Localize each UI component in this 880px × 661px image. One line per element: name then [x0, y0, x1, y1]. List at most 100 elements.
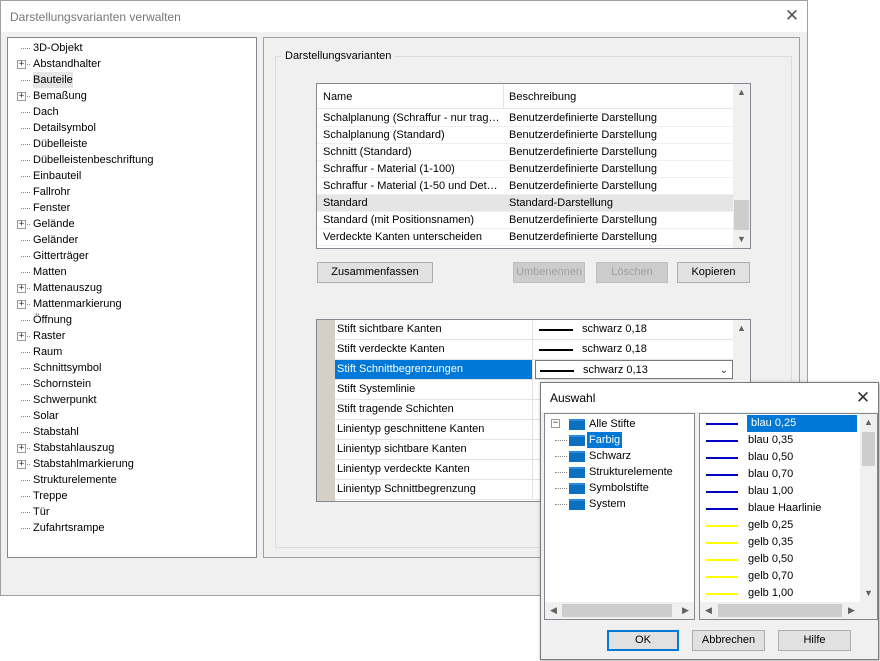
variant-row[interactable]: Schraffur - Material (1-50 und Detail) Be…: [317, 178, 733, 195]
pen-category-item[interactable]: Schwarz: [555, 448, 693, 464]
collapse-icon[interactable]: −: [551, 419, 560, 428]
variant-row[interactable]: Schalplanung (Schraffur - nur tragende S…: [317, 110, 733, 127]
scroll-up-icon[interactable]: ▲: [733, 84, 750, 101]
property-scrollbar[interactable]: ▲: [733, 320, 750, 380]
tree-item[interactable]: Tür: [8, 504, 248, 520]
tree-item[interactable]: Schornstein: [8, 376, 248, 392]
tree-item[interactable]: + Stabstahlmarkierung: [8, 456, 248, 472]
tree-item[interactable]: Schwerpunkt: [8, 392, 248, 408]
pen-category-item[interactable]: Farbig: [555, 432, 693, 448]
pen-item[interactable]: blau 0,25: [700, 415, 860, 432]
tree-item[interactable]: Stabstahl: [8, 424, 248, 440]
tree-item[interactable]: + Abstandhalter: [8, 56, 248, 72]
variant-row[interactable]: Standard (mit Positionsnamen) Benutzerdef…: [317, 212, 733, 229]
tree-item[interactable]: Treppe: [8, 488, 248, 504]
pen-item[interactable]: blau 0,50: [700, 449, 860, 466]
close-icon[interactable]: ✕: [783, 7, 801, 25]
property-row[interactable]: Stift Schnittbegrenzungen schwarz 0,13 ⌄: [335, 360, 733, 380]
tree-item[interactable]: Öffnung: [8, 312, 248, 328]
chevron-down-icon[interactable]: ⌄: [720, 361, 728, 380]
tree-item[interactable]: Dach: [8, 104, 248, 120]
expand-icon[interactable]: +: [17, 284, 26, 293]
expand-icon[interactable]: +: [17, 444, 26, 453]
pen-combo[interactable]: schwarz 0,13 ⌄: [535, 360, 733, 379]
tree-item[interactable]: Geländer: [8, 232, 248, 248]
tree-item[interactable]: Matten: [8, 264, 248, 280]
expand-icon[interactable]: +: [17, 60, 26, 69]
pen-category-item[interactable]: Strukturelemente: [555, 464, 693, 480]
pen-item[interactable]: blau 0,35: [700, 432, 860, 449]
expand-icon[interactable]: +: [17, 92, 26, 101]
property-value[interactable]: schwarz 0,18: [535, 320, 733, 339]
scroll-down-icon[interactable]: ▼: [733, 231, 750, 248]
tree-horizontal-scrollbar[interactable]: ◀ ▶: [545, 602, 694, 619]
pen-list-scrollbar[interactable]: ▲ ▼: [860, 414, 877, 602]
tree-root-item[interactable]: − Alle Stifte: [549, 416, 689, 432]
tree-item[interactable]: + Mattenmarkierung: [8, 296, 248, 312]
tree-item[interactable]: Fallrohr: [8, 184, 248, 200]
tree-item[interactable]: Schnittsymbol: [8, 360, 248, 376]
tree-item[interactable]: + Mattenauszug: [8, 280, 248, 296]
tree-item[interactable]: Zufahrtsrampe: [8, 520, 248, 536]
merge-button[interactable]: Zusammenfassen: [317, 262, 433, 283]
pen-item[interactable]: gelb 0,25: [700, 517, 860, 534]
expand-icon[interactable]: +: [17, 332, 26, 341]
pen-item[interactable]: blau 0,70: [700, 466, 860, 483]
tree-item[interactable]: + Bemaßung: [8, 88, 248, 104]
scroll-left-icon[interactable]: ◀: [700, 602, 717, 619]
tree-item[interactable]: 3D-Objekt: [8, 40, 248, 56]
pen-list-horizontal-scrollbar[interactable]: ◀ ▶: [700, 602, 877, 619]
pen-item[interactable]: gelb 0,35: [700, 534, 860, 551]
pen-category-item[interactable]: System: [555, 496, 693, 512]
tree-item[interactable]: Gitterträger: [8, 248, 248, 264]
property-row[interactable]: Stift sichtbare Kanten schwarz 0,18: [335, 320, 733, 340]
delete-button[interactable]: Löschen: [596, 262, 668, 283]
variant-row[interactable]: Schalplanung (Standard) Benutzerdefiniert…: [317, 127, 733, 144]
category-tree[interactable]: 3D-Objekt + Abstandhalter Bauteile + Bemaßung…: [7, 37, 257, 558]
column-header-name[interactable]: Name: [323, 91, 352, 103]
variants-list[interactable]: Name Beschreibung Schalplanung (Schraffu…: [316, 83, 751, 249]
column-separator[interactable]: [503, 84, 504, 109]
variant-row[interactable]: Schnitt (Standard) Benutzerdefinierte Dar…: [317, 144, 733, 161]
scroll-left-icon[interactable]: ◀: [545, 602, 562, 619]
scroll-up-icon[interactable]: ▲: [733, 320, 750, 337]
pen-item[interactable]: blau 1,00: [700, 483, 860, 500]
scroll-thumb[interactable]: [562, 604, 672, 617]
column-header-description[interactable]: Beschreibung: [509, 91, 576, 103]
scroll-thumb[interactable]: [718, 604, 842, 617]
tree-item[interactable]: Solar: [8, 408, 248, 424]
tree-item[interactable]: Dübelleistenbeschriftung: [8, 152, 248, 168]
ok-button[interactable]: OK: [607, 630, 679, 651]
tree-item[interactable]: Dübelleiste: [8, 136, 248, 152]
variant-row[interactable]: Verdeckte Kanten unterscheiden Benutzerde…: [317, 229, 733, 246]
scroll-thumb[interactable]: [862, 432, 875, 466]
expand-icon[interactable]: +: [17, 460, 26, 469]
pen-item[interactable]: blaue Haarlinie: [700, 500, 860, 517]
tree-item[interactable]: Raum: [8, 344, 248, 360]
copy-button[interactable]: Kopieren: [677, 262, 750, 283]
tree-item[interactable]: + Gelände: [8, 216, 248, 232]
close-icon[interactable]: ✕: [854, 388, 872, 408]
help-button[interactable]: Hilfe: [778, 630, 851, 651]
scroll-thumb[interactable]: [734, 200, 749, 230]
variants-scrollbar[interactable]: ▲ ▼: [733, 84, 750, 248]
variant-row[interactable]: Schraffur - Material (1-100) Benutzerdefi…: [317, 161, 733, 178]
tree-item[interactable]: + Raster: [8, 328, 248, 344]
expand-icon[interactable]: +: [17, 220, 26, 229]
pen-category-tree[interactable]: − Alle Stifte Farbig Schwarz Struktureleme…: [544, 413, 695, 620]
scroll-down-icon[interactable]: ▼: [860, 585, 877, 602]
pen-item[interactable]: gelb 0,70: [700, 568, 860, 585]
tree-item[interactable]: Fenster: [8, 200, 248, 216]
tree-item[interactable]: + Stabstahlauszug: [8, 440, 248, 456]
property-row[interactable]: Stift verdeckte Kanten schwarz 0,18: [335, 340, 733, 360]
property-value[interactable]: schwarz 0,18: [535, 340, 733, 359]
pen-item[interactable]: gelb 0,50: [700, 551, 860, 568]
rename-button[interactable]: Umbenennen: [513, 262, 585, 283]
pen-item[interactable]: gelb 1,00: [700, 585, 860, 602]
pen-category-item[interactable]: Symbolstifte: [555, 480, 693, 496]
cancel-button[interactable]: Abbrechen: [692, 630, 765, 651]
scroll-right-icon[interactable]: ▶: [677, 602, 694, 619]
variant-row[interactable]: Standard Standard-Darstellung: [317, 195, 733, 212]
tree-item[interactable]: Strukturelemente: [8, 472, 248, 488]
pen-list[interactable]: blau 0,25 blau 0,35 blau 0,50 blau 0,70 blau…: [699, 413, 878, 620]
